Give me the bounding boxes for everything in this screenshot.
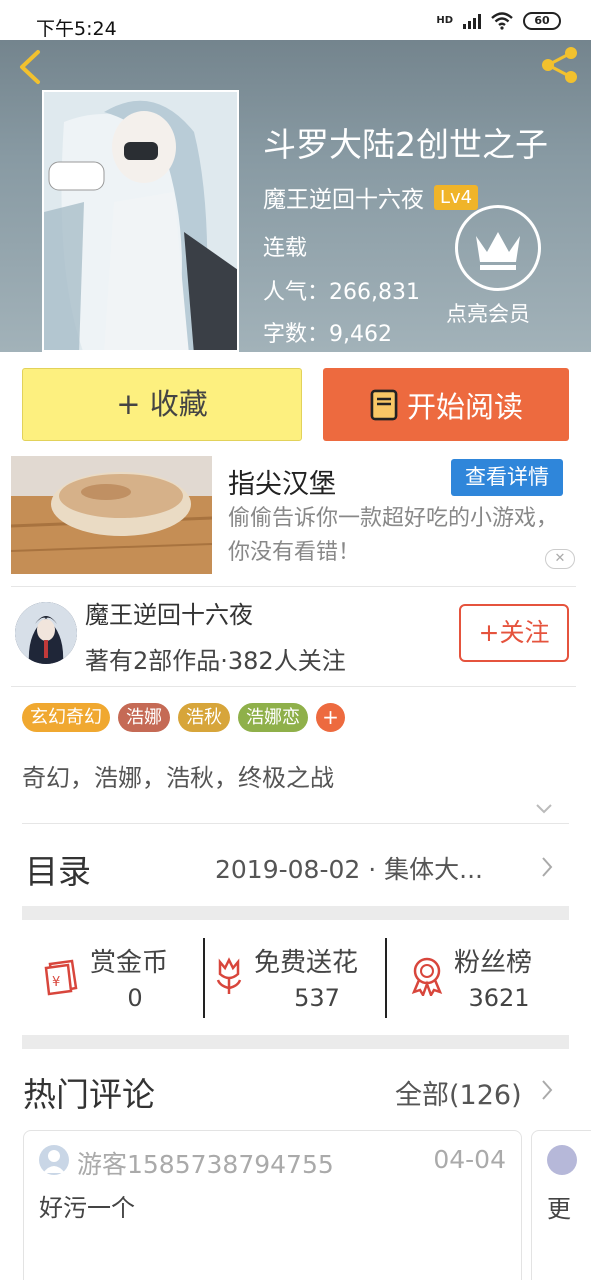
keywords: 奇幻，浩娜，浩秋，终极之战 (22, 764, 334, 792)
ad-description: 偷偷告诉你一款超好吃的小游戏，你没有看错！ (228, 506, 559, 565)
back-button[interactable] (12, 46, 48, 86)
start-reading-label: 开始阅读 (406, 389, 523, 424)
popularity: 人气：266,831 (263, 280, 420, 305)
comment-card[interactable]: 游客1585738794755 04-04 好污一个 (23, 1130, 522, 1280)
section-separator (22, 906, 569, 920)
battery-icon: 60 (523, 12, 561, 30)
share-icon (542, 47, 577, 83)
stat-divider (385, 938, 387, 1018)
status-time: 下午5:24 (36, 18, 117, 40)
chevron-down-icon (536, 804, 552, 814)
fan-ranking-stat[interactable]: 粉丝榜 3621 (408, 938, 558, 1018)
tag-item[interactable]: 浩娜 (118, 703, 170, 732)
header-author-name[interactable]: 魔王逆回十六夜 (263, 180, 424, 214)
stat-divider (203, 938, 205, 1018)
stat-label: 赏金币 (90, 948, 169, 978)
ad-title[interactable]: 指尖汉堡 (228, 462, 336, 501)
user-avatar-icon (39, 1145, 69, 1175)
tag-item[interactable]: 浩娜恋 (238, 703, 308, 732)
comment-date: 04-04 (433, 1145, 506, 1174)
signal-icon (463, 13, 481, 29)
author-name[interactable]: 魔王逆回十六夜 (85, 595, 253, 630)
divider (11, 686, 576, 687)
ad-detail-button[interactable]: 查看详情 (451, 459, 563, 496)
stat-value: 3621 (468, 984, 530, 1012)
serial-status: 连载 (263, 236, 308, 261)
word-count: 字数：9,462 (263, 322, 392, 347)
add-tag-button[interactable]: + (316, 703, 345, 732)
reward-coin-stat[interactable]: ¥ 赏金币 0 (40, 938, 190, 1018)
vip-label[interactable]: 点亮会员 (446, 298, 530, 328)
author-avatar[interactable] (15, 602, 77, 664)
stat-value: 537 (294, 984, 340, 1012)
book-cover[interactable] (42, 90, 239, 352)
header-author-line[interactable]: 魔王逆回十六夜 Lv4 (263, 180, 479, 214)
start-reading-button[interactable]: 开始阅读 (323, 368, 569, 441)
all-comments-link[interactable]: 全部(126) (395, 1073, 522, 1112)
stat-label: 免费送花 (254, 948, 359, 978)
avatar (547, 1145, 577, 1175)
comment-text: 好污一个 (39, 1194, 135, 1222)
level-badge: Lv4 (434, 184, 479, 210)
back-arrow-icon (20, 50, 40, 84)
tag-list: 玄幻奇幻 浩娜 浩秋 浩娜恋 + (22, 703, 345, 732)
wifi-icon (491, 12, 513, 30)
toc-latest-chapter[interactable]: 2019-08-02 · 集体大... (215, 850, 483, 886)
follow-button[interactable]: +关注 (459, 604, 569, 662)
tag-item[interactable]: 玄幻奇幻 (22, 703, 110, 732)
section-separator (22, 1035, 569, 1049)
expand-button[interactable] (535, 800, 553, 818)
ad-close-button[interactable]: ✕ (545, 549, 575, 569)
comment-text: 更 (547, 1195, 571, 1223)
hd-indicator: HD (436, 15, 453, 26)
stat-value: 0 (127, 984, 143, 1012)
toc-title[interactable]: 目录 (25, 845, 91, 893)
book-title: 斗罗大陆2创世之子 (263, 125, 548, 164)
chevron-right-icon[interactable] (540, 856, 554, 878)
status-icons: HD 60 (436, 12, 561, 30)
crown-icon (476, 232, 520, 270)
tag-item[interactable]: 浩秋 (178, 703, 230, 732)
share-button[interactable] (539, 44, 581, 86)
comment-card[interactable]: 更 (531, 1130, 591, 1280)
book-icon (370, 389, 398, 420)
ad-image[interactable] (11, 456, 212, 574)
status-bar: 下午5:24 HD 60 (0, 0, 591, 40)
author-stats: 著有2部作品·382人关注 (85, 647, 346, 675)
free-flower-stat[interactable]: 免费送花 537 (212, 938, 382, 1018)
flower-icon (216, 957, 242, 994)
svg-text:¥: ¥ (52, 975, 60, 990)
stat-label: 粉丝榜 (454, 948, 533, 978)
comment-user[interactable]: 游客1585738794755 (77, 1145, 334, 1181)
vip-button[interactable] (455, 205, 541, 291)
hot-comments-title: 热门评论 (23, 1075, 155, 1114)
chevron-right-icon[interactable] (540, 1079, 554, 1101)
divider (22, 823, 569, 824)
collect-button[interactable]: + 收藏 (22, 368, 302, 441)
divider (11, 586, 576, 587)
